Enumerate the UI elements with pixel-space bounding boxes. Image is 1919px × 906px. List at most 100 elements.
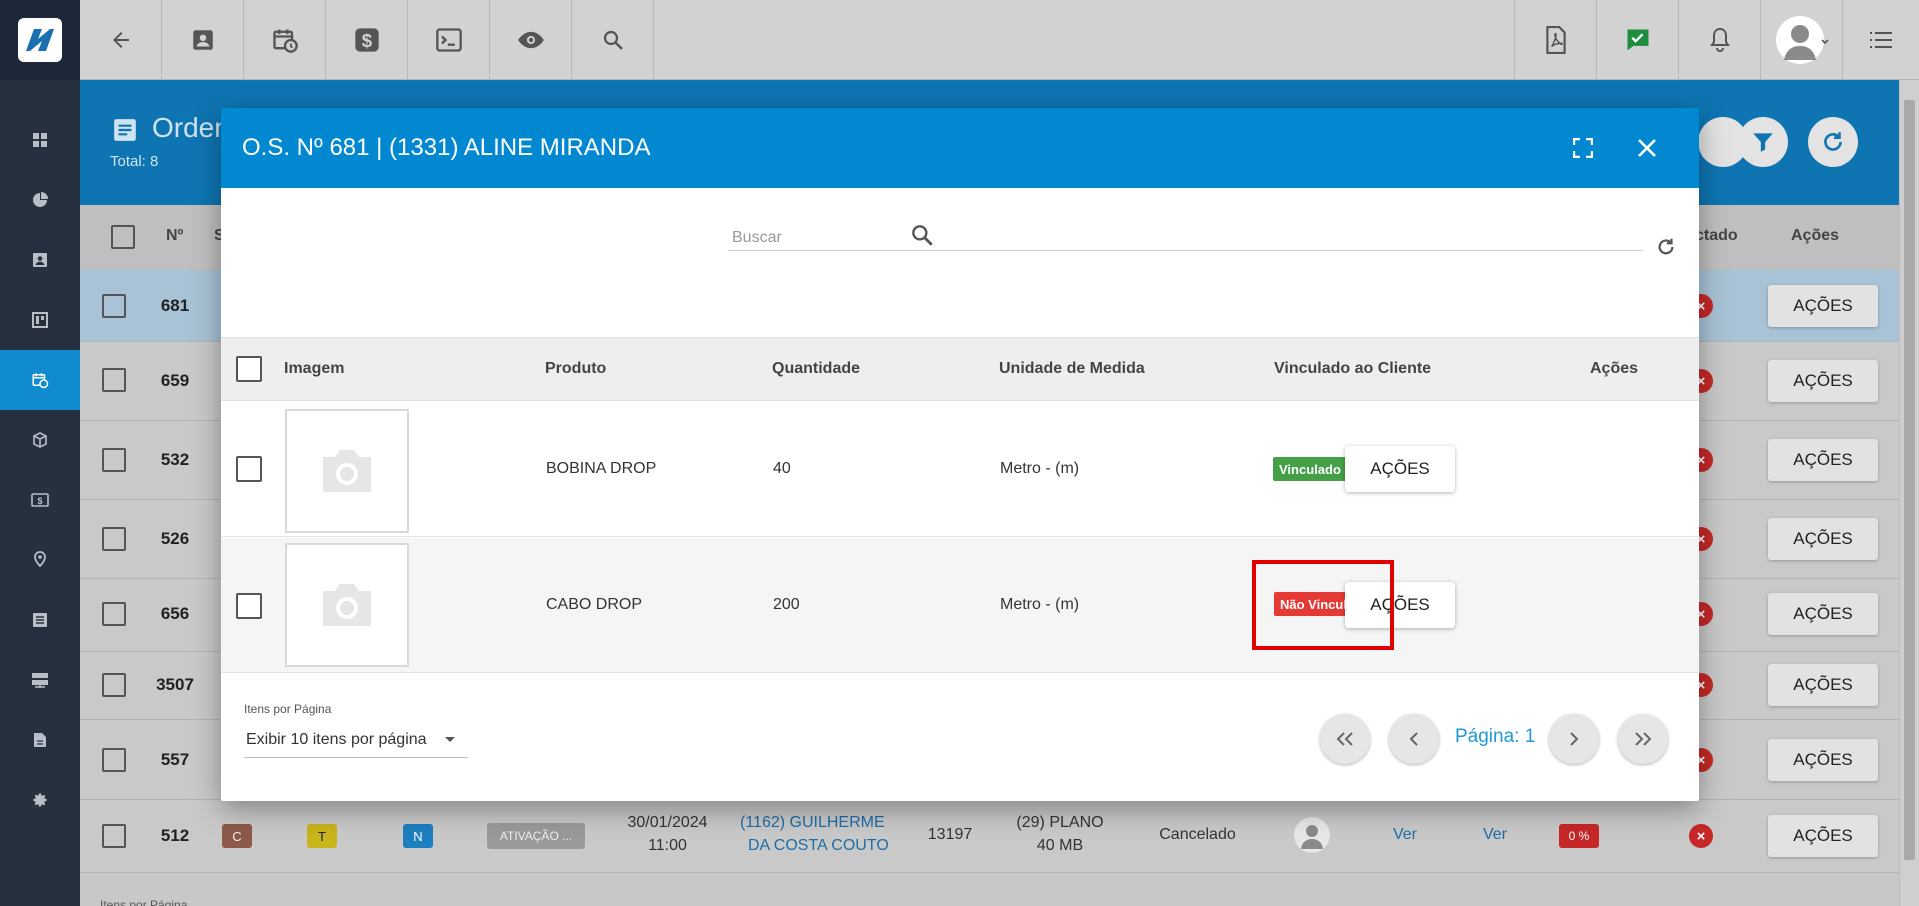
order-status: Cancelado [1159, 826, 1236, 843]
row-checkbox[interactable] [102, 602, 126, 626]
dollar-icon: $ [353, 26, 381, 54]
sidebar-item-finance[interactable]: $ [0, 470, 80, 530]
fullscreen-button[interactable] [1567, 132, 1599, 164]
sidebar-item-documents[interactable] [0, 710, 80, 770]
back-button[interactable] [80, 0, 162, 80]
first-page-button[interactable] [1320, 714, 1370, 764]
filter-button[interactable] [1738, 117, 1788, 167]
order-time: 11:00 [648, 837, 687, 854]
row-checkbox[interactable] [102, 748, 126, 772]
close-modal-button[interactable] [1631, 132, 1663, 164]
finance-button[interactable]: $ [326, 0, 408, 80]
sidebar-item-locations[interactable] [0, 530, 80, 590]
row-actions-button[interactable]: AÇÕES [1768, 439, 1878, 481]
row-actions-button[interactable]: AÇÕES [1768, 664, 1878, 706]
table-row[interactable]: BOBINA DROP 40 Metro - (m) Vinculado AÇÕ… [221, 402, 1699, 537]
plan-name: (29) PLANO [1016, 814, 1104, 831]
row-checkbox[interactable] [236, 593, 262, 619]
view-link-2[interactable]: Ver [1480, 826, 1510, 844]
row-checkbox[interactable] [102, 824, 126, 848]
plan-speed: 40 MB [1036, 837, 1084, 854]
sidebar-item-settings[interactable] [0, 770, 80, 830]
svg-text:$: $ [37, 496, 42, 506]
row-checkbox[interactable] [102, 448, 126, 472]
row-checkbox[interactable] [102, 527, 126, 551]
products-table-header: Imagem Produto Quantidade Unidade de Med… [221, 337, 1699, 401]
page-scrollbar[interactable] [1899, 80, 1919, 906]
client-link[interactable]: (1162) GUILHERME [740, 814, 890, 832]
client-link-line2[interactable]: DA COSTA COUTO [748, 837, 898, 855]
order-number: 532 [160, 450, 190, 469]
terminal-button[interactable] [408, 0, 490, 80]
order-number: 512 [160, 826, 190, 845]
prev-page-button[interactable] [1389, 714, 1439, 764]
app-logo[interactable] [0, 0, 80, 80]
last-page-button[interactable] [1618, 714, 1668, 764]
col-contato-header: ctado [1695, 227, 1738, 244]
money-icon: $ [31, 493, 49, 507]
modal-title: O.S. Nº 681 | (1331) ALINE MIRANDA [242, 134, 651, 161]
select-all-orders-checkbox[interactable] [111, 225, 135, 249]
row-actions-button[interactable]: AÇÕES [1768, 360, 1878, 402]
sidebar-item-products[interactable] [0, 410, 80, 470]
row-checkbox[interactable] [102, 673, 126, 697]
pdf-icon [1543, 26, 1569, 54]
contacts-button[interactable] [162, 0, 244, 80]
product-actions-button[interactable]: AÇÕES [1345, 446, 1455, 492]
col-vinculado-header: Vinculado ao Cliente [1274, 360, 1432, 377]
row-actions-button[interactable]: AÇÕES [1768, 518, 1878, 560]
row-actions-button[interactable]: AÇÕES [1768, 739, 1878, 781]
sidebar-item-contacts[interactable] [0, 230, 80, 290]
next-page-button[interactable] [1549, 714, 1599, 764]
location-icon [32, 551, 48, 569]
refresh-page-button[interactable] [1808, 117, 1858, 167]
row-actions-button[interactable]: AÇÕES [1768, 593, 1878, 635]
chat-check-button[interactable] [1596, 0, 1678, 80]
user-menu-button[interactable] [1760, 0, 1842, 80]
sidebar-item-board[interactable] [0, 290, 80, 350]
main-menu-button[interactable] [1842, 0, 1919, 80]
view-link-1[interactable]: Ver [1390, 826, 1420, 844]
notifications-button[interactable] [1678, 0, 1760, 80]
items-per-page-value: Exibir 10 itens por página [246, 730, 427, 748]
schedule-button[interactable] [244, 0, 326, 80]
table-row[interactable]: CABO DROP 200 Metro - (m) Não Vinculado … [221, 538, 1699, 673]
highlight-box [1252, 560, 1394, 650]
server-icon [31, 672, 49, 688]
sidebar-item-dashboard[interactable] [0, 110, 80, 170]
sidebar-item-list[interactable] [0, 590, 80, 650]
progress-badge: 0 % [1559, 824, 1599, 848]
dropdown-arrow-icon [444, 736, 456, 744]
sidebar-item-servers[interactable] [0, 650, 80, 710]
total-count: Total: 8 [110, 153, 159, 170]
camera-icon [319, 581, 375, 629]
calendar-clock-icon [271, 26, 299, 54]
list-icon [32, 612, 48, 628]
cancel-status-icon: × [1689, 824, 1713, 848]
search-button[interactable] [572, 0, 654, 80]
refresh-products-button[interactable] [1655, 236, 1677, 258]
row-checkbox[interactable] [102, 294, 126, 318]
product-name: BOBINA DROP [546, 460, 657, 477]
sidebar-item-reports[interactable] [0, 170, 80, 230]
row-actions-button[interactable]: AÇÕES [1768, 285, 1878, 327]
scrollbar-thumb[interactable] [1904, 100, 1915, 860]
row-checkbox[interactable] [236, 456, 262, 482]
board-icon [32, 312, 48, 328]
eye-icon [517, 26, 545, 54]
order-number: 659 [160, 371, 190, 390]
row-checkbox[interactable] [102, 368, 126, 392]
chevron-left-icon [1408, 731, 1420, 747]
row-actions-button[interactable]: AÇÕES [1768, 815, 1878, 857]
select-all-products-checkbox[interactable] [236, 356, 262, 382]
product-search-input[interactable] [728, 225, 1643, 251]
sidebar-item-schedule[interactable] [0, 350, 80, 410]
order-date: 30/01/2024 [627, 814, 708, 831]
refresh-icon [1820, 129, 1846, 155]
view-button[interactable] [490, 0, 572, 80]
orders-icon [112, 117, 138, 143]
pdf-button[interactable] [1514, 0, 1596, 80]
dashboard-icon [32, 132, 48, 148]
items-per-page-select[interactable]: Exibir 10 itens por página [244, 722, 468, 758]
table-row[interactable] [80, 800, 1899, 873]
